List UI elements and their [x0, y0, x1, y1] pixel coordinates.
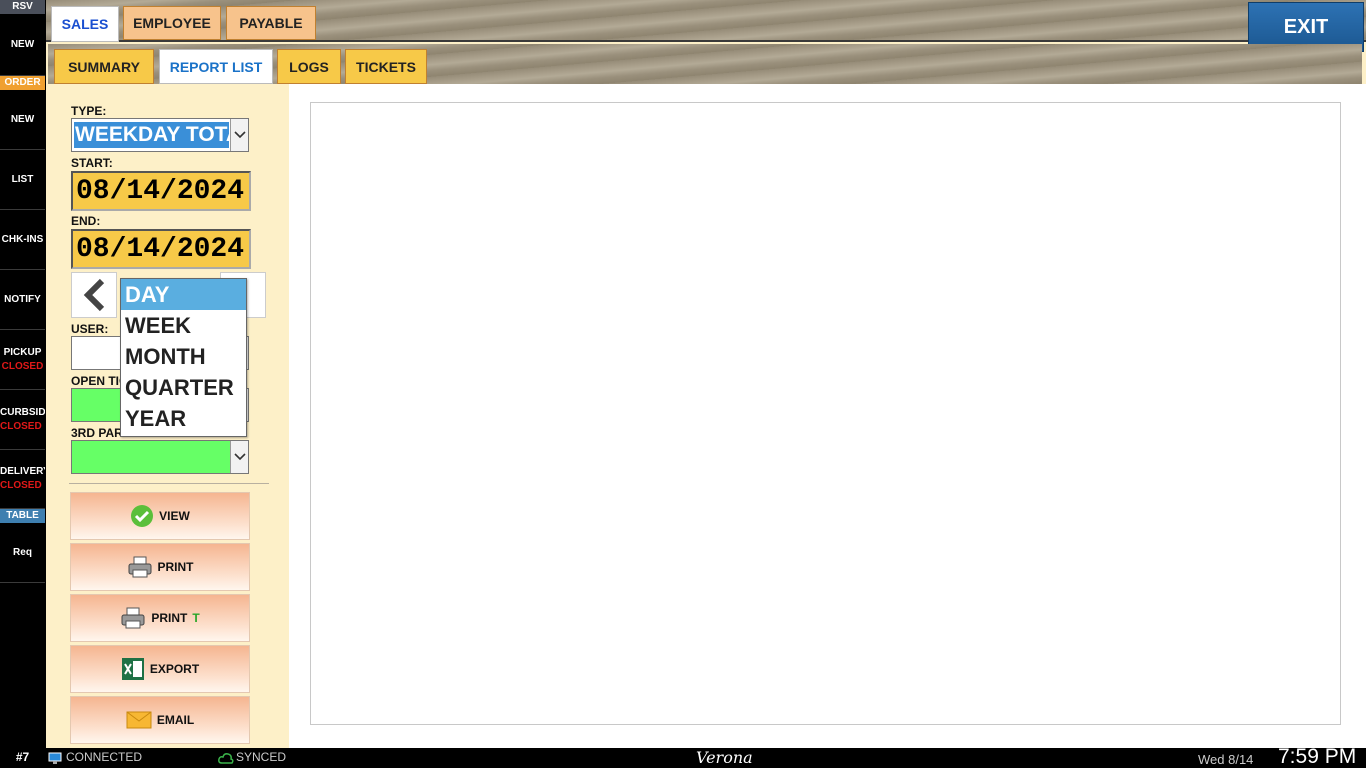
- print-t-button[interactable]: PRINT T: [70, 594, 250, 642]
- sidebar-item-notify[interactable]: NOTIFY: [0, 270, 45, 330]
- third-party-label: 3RD PAR: [71, 426, 123, 440]
- sidebar-item-label: NEW: [10, 113, 35, 125]
- period-option-week[interactable]: WEEK: [121, 310, 246, 341]
- tab-summary[interactable]: SUMMARY: [54, 49, 154, 84]
- report-preview: [310, 102, 1341, 725]
- printer-icon: [121, 607, 145, 629]
- tab-tickets[interactable]: TICKETS: [345, 49, 427, 84]
- tab-employee[interactable]: EMPLOYEE: [123, 6, 221, 40]
- tab-sales[interactable]: SALES: [51, 6, 119, 42]
- sidebar-item-label: LIST: [11, 173, 34, 185]
- envelope-icon: [126, 711, 152, 729]
- period-option-day[interactable]: DAY: [121, 279, 246, 310]
- network-icon: [48, 752, 62, 764]
- cloud-icon: [218, 753, 234, 764]
- sidebar-item-label: NEW: [10, 38, 35, 50]
- chevron-down-icon[interactable]: [230, 119, 248, 151]
- sidebar-item-label: CHK-INS: [1, 233, 44, 245]
- end-date-field[interactable]: 08/14/2024: [71, 229, 251, 269]
- sidebar-order-header: ORDER: [0, 76, 45, 90]
- period-option-year[interactable]: YEAR: [121, 403, 246, 434]
- sidebar-item-delivery[interactable]: DELIVERY CLOSED: [0, 450, 45, 509]
- sidebar-item-label: CURBSID: [0, 406, 45, 418]
- start-date-field[interactable]: 08/14/2024: [71, 171, 251, 211]
- print-t-suffix: T: [192, 611, 200, 625]
- tab-logs[interactable]: LOGS: [277, 49, 341, 84]
- sidebar-item-label: Req: [13, 546, 32, 558]
- sidebar-item-curbside[interactable]: CURBSID CLOSED: [0, 390, 45, 450]
- end-label: END:: [71, 214, 101, 228]
- sidebar-item-label: PICKUP: [3, 346, 42, 358]
- period-option-month[interactable]: MONTH: [121, 341, 246, 372]
- sub-tab-bar: SUMMARY REPORT LIST LOGS TICKETS: [48, 44, 1362, 84]
- sidebar-item-label: NOTIFY: [4, 293, 41, 305]
- user-label: USER:: [71, 322, 109, 336]
- excel-icon: [121, 658, 144, 680]
- check-icon: [131, 505, 154, 527]
- sidebar-rsv-header: RSV: [0, 0, 45, 14]
- type-select-value: WEEKDAY TOTAL: [74, 122, 229, 148]
- period-option-quarter[interactable]: QUARTER: [121, 372, 246, 403]
- email-label: EMAIL: [156, 713, 195, 727]
- sidebar-item-list[interactable]: LIST: [0, 150, 45, 210]
- previous-period-button[interactable]: [71, 272, 117, 318]
- print-t-label: PRINT: [151, 611, 188, 625]
- print-button[interactable]: PRINT: [70, 543, 250, 591]
- sidebar-item-order-new[interactable]: NEW: [0, 90, 45, 150]
- delivery-status: CLOSED: [0, 480, 42, 491]
- tab-payable[interactable]: PAYABLE: [226, 6, 316, 40]
- printer-icon: [128, 556, 151, 578]
- export-button[interactable]: EXPORT: [70, 645, 250, 693]
- type-select[interactable]: WEEKDAY TOTAL: [71, 118, 249, 152]
- sidebar-table-header: TABLE: [0, 509, 45, 523]
- status-time: 7:59 PM: [1278, 745, 1357, 768]
- divider: [69, 483, 269, 484]
- print-label: PRINT: [157, 560, 194, 574]
- left-sidebar: RSV NEW ORDER NEW LIST CHK-INS NOTIFY PI…: [0, 0, 45, 748]
- sidebar-item-label: DELIVERY: [0, 466, 45, 477]
- status-bar: #7 CONNECTED SYNCED Verona Wed 8/14 7:59…: [0, 745, 1366, 768]
- station-number: #7: [15, 750, 30, 764]
- email-button[interactable]: EMAIL: [70, 696, 250, 744]
- chevron-down-icon[interactable]: [230, 441, 248, 473]
- location-name: Verona: [696, 748, 753, 767]
- start-label: START:: [71, 156, 113, 170]
- app-root: RSV NEW ORDER NEW LIST CHK-INS NOTIFY PI…: [0, 0, 1366, 768]
- chevron-left-icon: [83, 278, 105, 312]
- period-dropdown[interactable]: DAY WEEK MONTH QUARTER YEAR: [120, 278, 247, 437]
- type-label: TYPE:: [71, 104, 107, 118]
- report-area: [289, 84, 1366, 748]
- status-date: Wed 8/14: [1198, 752, 1254, 767]
- sidebar-item-req[interactable]: Req: [0, 523, 45, 583]
- sidebar-item-pickup[interactable]: PICKUP CLOSED: [0, 330, 45, 390]
- sidebar-item-checkins[interactable]: CHK-INS: [0, 210, 45, 270]
- export-label: EXPORT: [149, 662, 200, 676]
- sync-status: SYNCED: [236, 750, 287, 764]
- third-party-select[interactable]: [71, 440, 249, 474]
- view-label: VIEW: [159, 509, 190, 523]
- sidebar-item-rsv-new[interactable]: NEW: [0, 14, 45, 76]
- top-tab-bar: SALES EMPLOYEE PAYABLE: [46, 0, 1366, 42]
- tab-report-list[interactable]: REPORT LIST: [159, 49, 273, 84]
- pickup-status: CLOSED: [1, 360, 44, 372]
- curbside-status: CLOSED: [0, 420, 42, 432]
- view-button[interactable]: VIEW: [70, 492, 250, 540]
- connection-status: CONNECTED: [66, 750, 143, 764]
